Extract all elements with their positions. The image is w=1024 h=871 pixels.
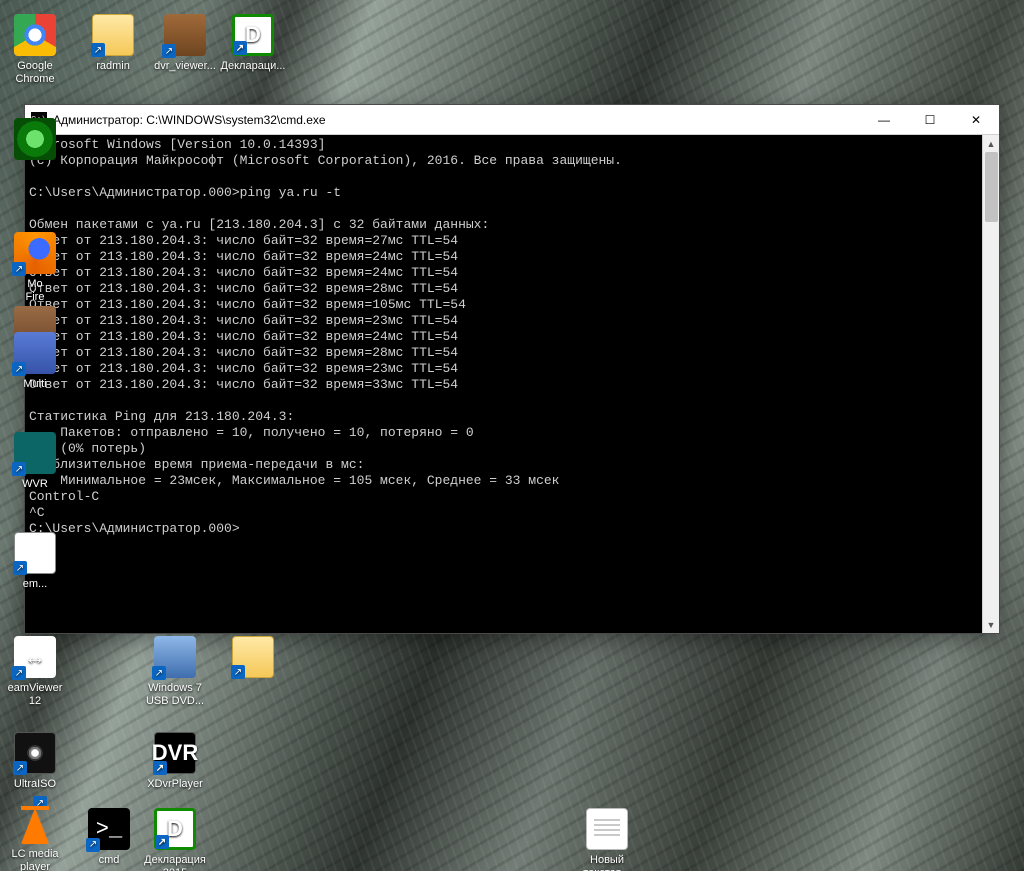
- desktop-icon-wvr-label: WVR: [0, 478, 70, 491]
- cmd-vertical-scrollbar[interactable]: ▲ ▼: [982, 135, 999, 633]
- desktop-icon-vlc-icon: ↗: [21, 808, 49, 844]
- desktop-icon-deklar-icon: D↗: [232, 14, 274, 56]
- desktop-icon-xdvr-icon: DVR↗: [154, 732, 196, 774]
- desktop-icon-exe-label: em...: [0, 578, 70, 591]
- desktop-icon-teamviewer-icon: ↔↗: [14, 636, 56, 678]
- desktop-icon-cmd-shortcut-icon: >_↗: [88, 808, 130, 850]
- desktop-icon-multi-label: Multi: [0, 378, 70, 391]
- shortcut-badge-icon: ↗: [155, 835, 169, 849]
- cmd-titlebar[interactable]: C:\ Администратор: C:\WINDOWS\system32\c…: [25, 105, 999, 135]
- desktop-icon-teamviewer-label: eamViewer 12: [0, 682, 70, 707]
- desktop-icon-vlc-label: LC media player: [0, 848, 70, 871]
- close-button[interactable]: ✕: [953, 105, 999, 135]
- cmd-title-text: Администратор: C:\WINDOWS\system32\cmd.e…: [53, 113, 326, 127]
- desktop-icon-firefox[interactable]: ↗ Mo Fire: [0, 232, 70, 303]
- desktop[interactable]: C:\ Администратор: C:\WINDOWS\system32\c…: [0, 0, 1024, 871]
- shortcut-badge-icon: ↗: [12, 462, 26, 476]
- desktop-icon-ultraiso-label: UltraISO: [0, 778, 70, 791]
- desktop-icon-app3[interactable]: ↗: [218, 636, 288, 682]
- desktop-icon-newtxt-label: Новый текстов...: [572, 854, 642, 871]
- desktop-icon-wvr[interactable]: ↗ WVR: [0, 432, 70, 491]
- desktop-icon-spiral-icon: [14, 118, 56, 160]
- scroll-down-button[interactable]: ▼: [983, 616, 1000, 633]
- desktop-icon-chrome[interactable]: Google Chrome: [0, 14, 70, 85]
- desktop-icon-app3-icon: ↗: [232, 636, 274, 678]
- desktop-icon-chrome-label: Google Chrome: [0, 60, 70, 85]
- desktop-icon-deklar2015[interactable]: D↗ Декларация 2015: [140, 808, 210, 871]
- shortcut-badge-icon: ↗: [13, 761, 27, 775]
- desktop-icon-spiral[interactable]: [0, 118, 70, 164]
- desktop-icon-win7usb[interactable]: ↗ Windows 7 USB DVD...: [140, 636, 210, 707]
- desktop-icon-deklar2015-icon: D↗: [154, 808, 196, 850]
- desktop-icon-ultraiso[interactable]: ↗ UltraISO: [0, 732, 70, 791]
- shortcut-badge-icon: ↗: [91, 43, 105, 57]
- desktop-icon-deklar[interactable]: D↗ Деклараци...: [218, 14, 288, 73]
- shortcut-badge-icon: ↗: [162, 44, 176, 58]
- desktop-icon-win7usb-icon: ↗: [154, 636, 196, 678]
- scroll-up-button[interactable]: ▲: [983, 135, 1000, 152]
- shortcut-badge-icon: ↗: [33, 796, 47, 810]
- shortcut-badge-icon: ↗: [233, 41, 247, 55]
- shortcut-badge-icon: ↗: [152, 666, 166, 680]
- cmd-console-output[interactable]: Microsoft Windows [Version 10.0.14393] (…: [25, 135, 982, 633]
- maximize-button[interactable]: ☐: [907, 105, 953, 135]
- desktop-icon-firefox-icon: ↗: [14, 232, 56, 274]
- desktop-icon-exe[interactable]: ↗ em...: [0, 532, 70, 591]
- desktop-icon-newtxt[interactable]: Новый текстов...: [572, 808, 642, 871]
- desktop-icon-xdvr[interactable]: DVR↗ XDvrPlayer: [140, 732, 210, 791]
- minimize-button[interactable]: —: [861, 105, 907, 135]
- desktop-icon-win7usb-label: Windows 7 USB DVD...: [140, 682, 210, 707]
- shortcut-badge-icon: ↗: [153, 761, 167, 775]
- shortcut-badge-icon: ↗: [12, 362, 26, 376]
- scroll-thumb[interactable]: [985, 152, 998, 222]
- desktop-icon-xdvr-label: XDvrPlayer: [140, 778, 210, 791]
- desktop-icon-firefox-label: Mo Fire: [0, 278, 70, 303]
- shortcut-badge-icon: ↗: [13, 561, 27, 575]
- scroll-track[interactable]: [983, 152, 1000, 616]
- desktop-icon-cmd-shortcut[interactable]: >_↗cmd: [74, 808, 144, 867]
- desktop-icon-deklar-label: Деклараци...: [218, 60, 288, 73]
- desktop-icon-dvr-viewer-label: dvr_viewer...: [150, 60, 220, 73]
- cmd-window[interactable]: C:\ Администратор: C:\WINDOWS\system32\c…: [24, 104, 1000, 634]
- shortcut-badge-icon: ↗: [12, 262, 26, 276]
- shortcut-badge-icon: ↗: [12, 666, 26, 680]
- cmd-client-area: Microsoft Windows [Version 10.0.14393] (…: [25, 135, 999, 633]
- shortcut-badge-icon: ↗: [86, 838, 100, 852]
- desktop-icon-cmd-shortcut-label: cmd: [74, 854, 144, 867]
- desktop-icon-radmin[interactable]: ↗ radmin: [78, 14, 148, 73]
- desktop-icon-wvr-icon: ↗: [14, 432, 56, 474]
- desktop-icon-dvr-viewer-icon: ↗: [164, 14, 206, 56]
- desktop-icon-chrome-icon: [14, 14, 56, 56]
- shortcut-badge-icon: ↗: [231, 665, 245, 679]
- desktop-icon-exe-icon: ↗: [14, 532, 56, 574]
- desktop-icon-newtxt-icon: [586, 808, 628, 850]
- desktop-icon-teamviewer[interactable]: ↔↗ eamViewer 12: [0, 636, 70, 707]
- desktop-icon-radmin-icon: ↗: [92, 14, 134, 56]
- desktop-icon-multi[interactable]: ↗ Multi: [0, 332, 70, 391]
- desktop-icon-multi-icon: ↗: [14, 332, 56, 374]
- desktop-icon-dvr-viewer[interactable]: ↗ dvr_viewer...: [150, 14, 220, 73]
- desktop-icon-deklar2015-label: Декларация 2015: [140, 854, 210, 871]
- desktop-icon-ultraiso-icon: ↗: [14, 732, 56, 774]
- desktop-icon-vlc[interactable]: ↗ LC media player: [0, 808, 70, 871]
- desktop-icon-radmin-label: radmin: [78, 60, 148, 73]
